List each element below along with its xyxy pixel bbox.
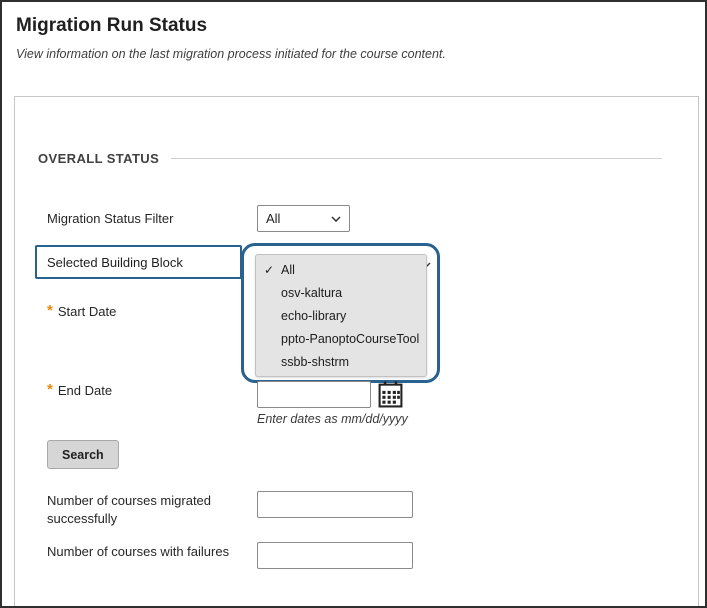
section-divider (171, 158, 662, 159)
search-button[interactable]: Search (47, 440, 119, 469)
calendar-icon (378, 381, 405, 408)
dropdown-option[interactable]: ✓ All (256, 258, 426, 281)
required-icon: * (47, 383, 53, 396)
end-date-label: * End Date (47, 383, 112, 398)
chevron-down-icon (331, 216, 341, 222)
selected-building-block-label: Selected Building Block (35, 245, 242, 279)
dropdown-option-label: osv-kaltura (281, 286, 342, 300)
end-date-input[interactable] (257, 381, 371, 408)
start-date-label: * Start Date (47, 304, 116, 319)
courses-migrated-input[interactable] (257, 491, 413, 518)
courses-migrated-label: Number of courses migrated successfully (47, 492, 242, 528)
selected-building-block-label-text: Selected Building Block (47, 255, 183, 270)
migration-status-filter-select[interactable]: All (257, 205, 350, 232)
dropdown-option[interactable]: echo-library (256, 304, 426, 327)
section-header: OVERALL STATUS (38, 151, 662, 166)
dropdown-option[interactable]: ssbb-shstrm (256, 350, 426, 373)
courses-failures-input[interactable] (257, 542, 413, 569)
page-subtitle: View information on the last migration p… (16, 47, 446, 61)
required-icon: * (47, 304, 53, 317)
section-title: OVERALL STATUS (38, 151, 159, 166)
checkmark-icon: ✓ (264, 263, 274, 277)
dropdown-option[interactable]: osv-kaltura (256, 281, 426, 304)
page-title: Migration Run Status (16, 15, 207, 37)
dropdown-option-label: All (281, 263, 295, 277)
dropdown-option-label: ssbb-shstrm (281, 355, 349, 369)
date-format-hint: Enter dates as mm/dd/yyyy (257, 412, 408, 426)
migration-status-filter-label: Migration Status Filter (47, 211, 173, 226)
select-value: All (266, 211, 280, 226)
start-date-label-text: Start Date (58, 304, 117, 319)
migration-run-status-screen: Migration Run Status View information on… (0, 0, 707, 608)
date-picker-button[interactable] (378, 380, 405, 408)
building-block-dropdown-list: ✓ All osv-kaltura echo-library ppto-Pano… (255, 254, 427, 377)
dropdown-option-label: echo-library (281, 309, 346, 323)
dropdown-option[interactable]: ppto-PanoptoCourseTool (256, 327, 426, 350)
dropdown-option-label: ppto-PanoptoCourseTool (281, 332, 419, 346)
end-date-label-text: End Date (58, 383, 112, 398)
courses-failures-label: Number of courses with failures (47, 544, 257, 559)
